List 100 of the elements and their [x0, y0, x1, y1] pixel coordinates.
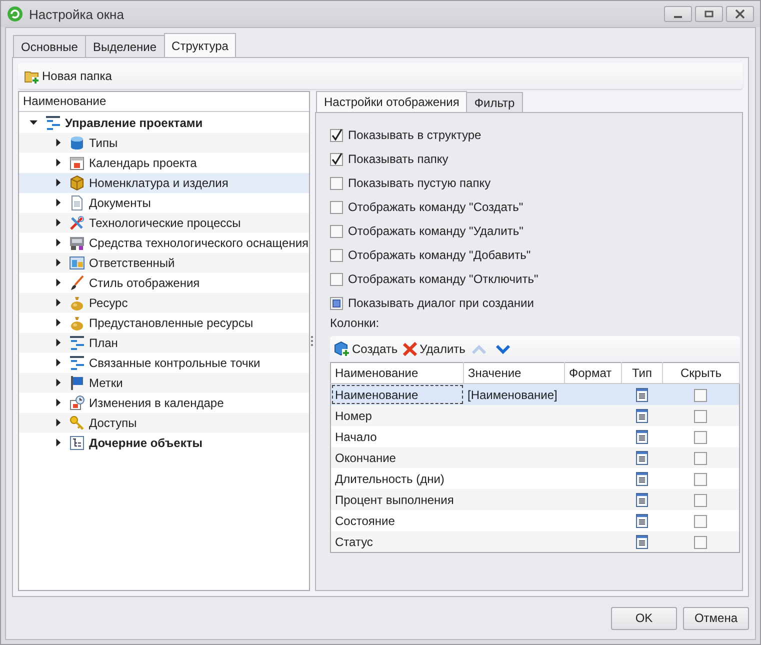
list-icon	[634, 534, 650, 550]
checkbox[interactable]	[694, 472, 708, 486]
window-title: Настройка окна	[29, 6, 125, 22]
checkbox[interactable]	[330, 128, 343, 142]
checkbox[interactable]	[330, 224, 343, 238]
checkbox[interactable]	[694, 452, 708, 465]
up-chevron-icon	[471, 343, 488, 355]
tab[interactable]: Фильтр	[466, 92, 523, 112]
tree-item[interactable]: План	[19, 333, 309, 353]
list-icon	[634, 450, 650, 466]
checkbox-label: Отображать команду "Отключить"	[348, 272, 538, 286]
new-folder-button[interactable]: Новая папка	[22, 65, 114, 87]
checkbox[interactable]	[694, 514, 708, 528]
checkbox[interactable]	[330, 296, 343, 310]
tree-item[interactable]: Связанные контрольные точки	[19, 353, 309, 373]
tree-item[interactable]: Стиль отображения	[19, 273, 309, 293]
tree-item[interactable]: Изменения в календаре	[19, 393, 309, 413]
checkbox[interactable]	[330, 248, 343, 262]
tree-item-label: Предустановленные ресурсы	[89, 316, 254, 330]
tree-item-label: Дочерние объекты	[89, 436, 202, 450]
tree-item-label: Типы	[89, 136, 118, 150]
tools-icon	[69, 215, 85, 231]
tree-list-icon	[69, 435, 85, 451]
table-cell[interactable]: Статус	[330, 531, 464, 552]
checkbox[interactable]	[330, 176, 343, 190]
tree-item-label: Стиль отображения	[89, 276, 200, 290]
maximize-icon	[704, 9, 714, 19]
checkbox-label: Показывать папку	[348, 152, 448, 166]
checkbox-label: Отображать команду "Удалить"	[348, 224, 524, 238]
tree-item-label: Связанные контрольные точки	[89, 356, 260, 370]
checkbox[interactable]	[694, 410, 708, 423]
tree-item[interactable]: Предустановленные ресурсы	[19, 313, 309, 333]
list-icon	[634, 428, 650, 444]
tree-item[interactable]: Метки	[19, 373, 309, 393]
checkbox[interactable]	[694, 536, 708, 549]
close-button[interactable]	[726, 6, 754, 22]
tree-item[interactable]: Ответственный	[19, 253, 309, 273]
gantt-icon	[69, 355, 85, 371]
tab[interactable]: Настройки отображения	[316, 91, 468, 112]
key-icon	[69, 415, 85, 431]
table-cell[interactable]: Номер	[330, 405, 464, 426]
table-cell[interactable]: Окончание	[330, 447, 464, 468]
maximize-button[interactable]	[695, 6, 723, 22]
create-button[interactable]: Создать	[332, 338, 400, 360]
gantt-icon	[69, 335, 85, 351]
table-cell[interactable]: [Наименование]	[464, 384, 564, 405]
down-chevron-icon	[495, 343, 512, 355]
tree-item[interactable]: Ресурс	[19, 293, 309, 313]
tree-item-label: Номенклатура и изделия	[89, 176, 228, 190]
flag-icon	[69, 375, 85, 391]
tree-item[interactable]: Номенклатура и изделия	[19, 173, 309, 193]
list-icon	[634, 470, 650, 486]
splitter-grip[interactable]	[310, 335, 314, 347]
tab[interactable]: Выделение	[84, 35, 165, 57]
tree-item[interactable]: Документы	[19, 193, 309, 213]
tree-item[interactable]: Средства технологического оснащения	[19, 233, 309, 253]
minimize-icon	[674, 16, 682, 18]
table-cell[interactable]: Начало	[330, 426, 464, 447]
table-cell[interactable]: Состояние	[330, 510, 464, 531]
tree-item-label: Ответственный	[89, 256, 175, 270]
list-icon	[634, 408, 650, 424]
checkbox[interactable]	[694, 494, 708, 507]
tree-item-label: Доступы	[89, 416, 137, 430]
dialog-button[interactable]: OK	[611, 606, 677, 630]
checkbox[interactable]	[330, 200, 343, 214]
tab[interactable]: Основные	[13, 35, 86, 57]
dialog-button[interactable]: Отмена	[683, 606, 749, 630]
money-bag-icon	[69, 295, 85, 311]
tree-item-label: Средства технологического оснащения	[89, 236, 309, 250]
tree-item-label: Изменения в календаре	[89, 396, 224, 410]
table-cell[interactable]: Длительность (дни)	[330, 468, 464, 489]
money-bag-icon	[69, 315, 85, 331]
tree-item[interactable]: Доступы	[19, 413, 309, 433]
tree-item[interactable]: Типы	[19, 133, 309, 153]
tree-item-label: Управление проектами	[65, 116, 203, 130]
tree-item[interactable]: Управление проектами	[19, 113, 309, 133]
delete-button[interactable]: Удалить	[400, 338, 468, 360]
tree-item[interactable]: Технологические процессы	[19, 213, 309, 233]
delete-icon	[402, 341, 418, 357]
gantt-icon	[45, 115, 61, 131]
tree-item[interactable]: Календарь проекта	[19, 153, 309, 173]
cylinder-icon	[69, 135, 85, 151]
machine-icon	[69, 235, 85, 251]
cube-icon	[69, 175, 85, 191]
table-cell[interactable]: Наименование	[330, 384, 464, 405]
cube-add-icon	[334, 341, 350, 357]
minimize-button[interactable]	[664, 6, 692, 22]
list-icon	[634, 492, 650, 508]
checkbox-label: Показывать пустую папку	[348, 176, 491, 190]
checkbox[interactable]	[694, 430, 708, 444]
checkbox[interactable]	[330, 272, 343, 286]
tree-item-label: Календарь проекта	[89, 156, 197, 170]
tab[interactable]: Структура	[164, 33, 236, 57]
table-cell[interactable]: Процент выполнения	[330, 489, 464, 510]
checkbox[interactable]	[330, 152, 343, 166]
document-icon	[69, 195, 85, 211]
tree-item-label: Ресурс	[89, 296, 128, 310]
tree-item[interactable]: Дочерние объекты	[19, 433, 309, 453]
checkbox[interactable]	[694, 388, 708, 402]
calendar-clock-icon	[69, 395, 85, 411]
